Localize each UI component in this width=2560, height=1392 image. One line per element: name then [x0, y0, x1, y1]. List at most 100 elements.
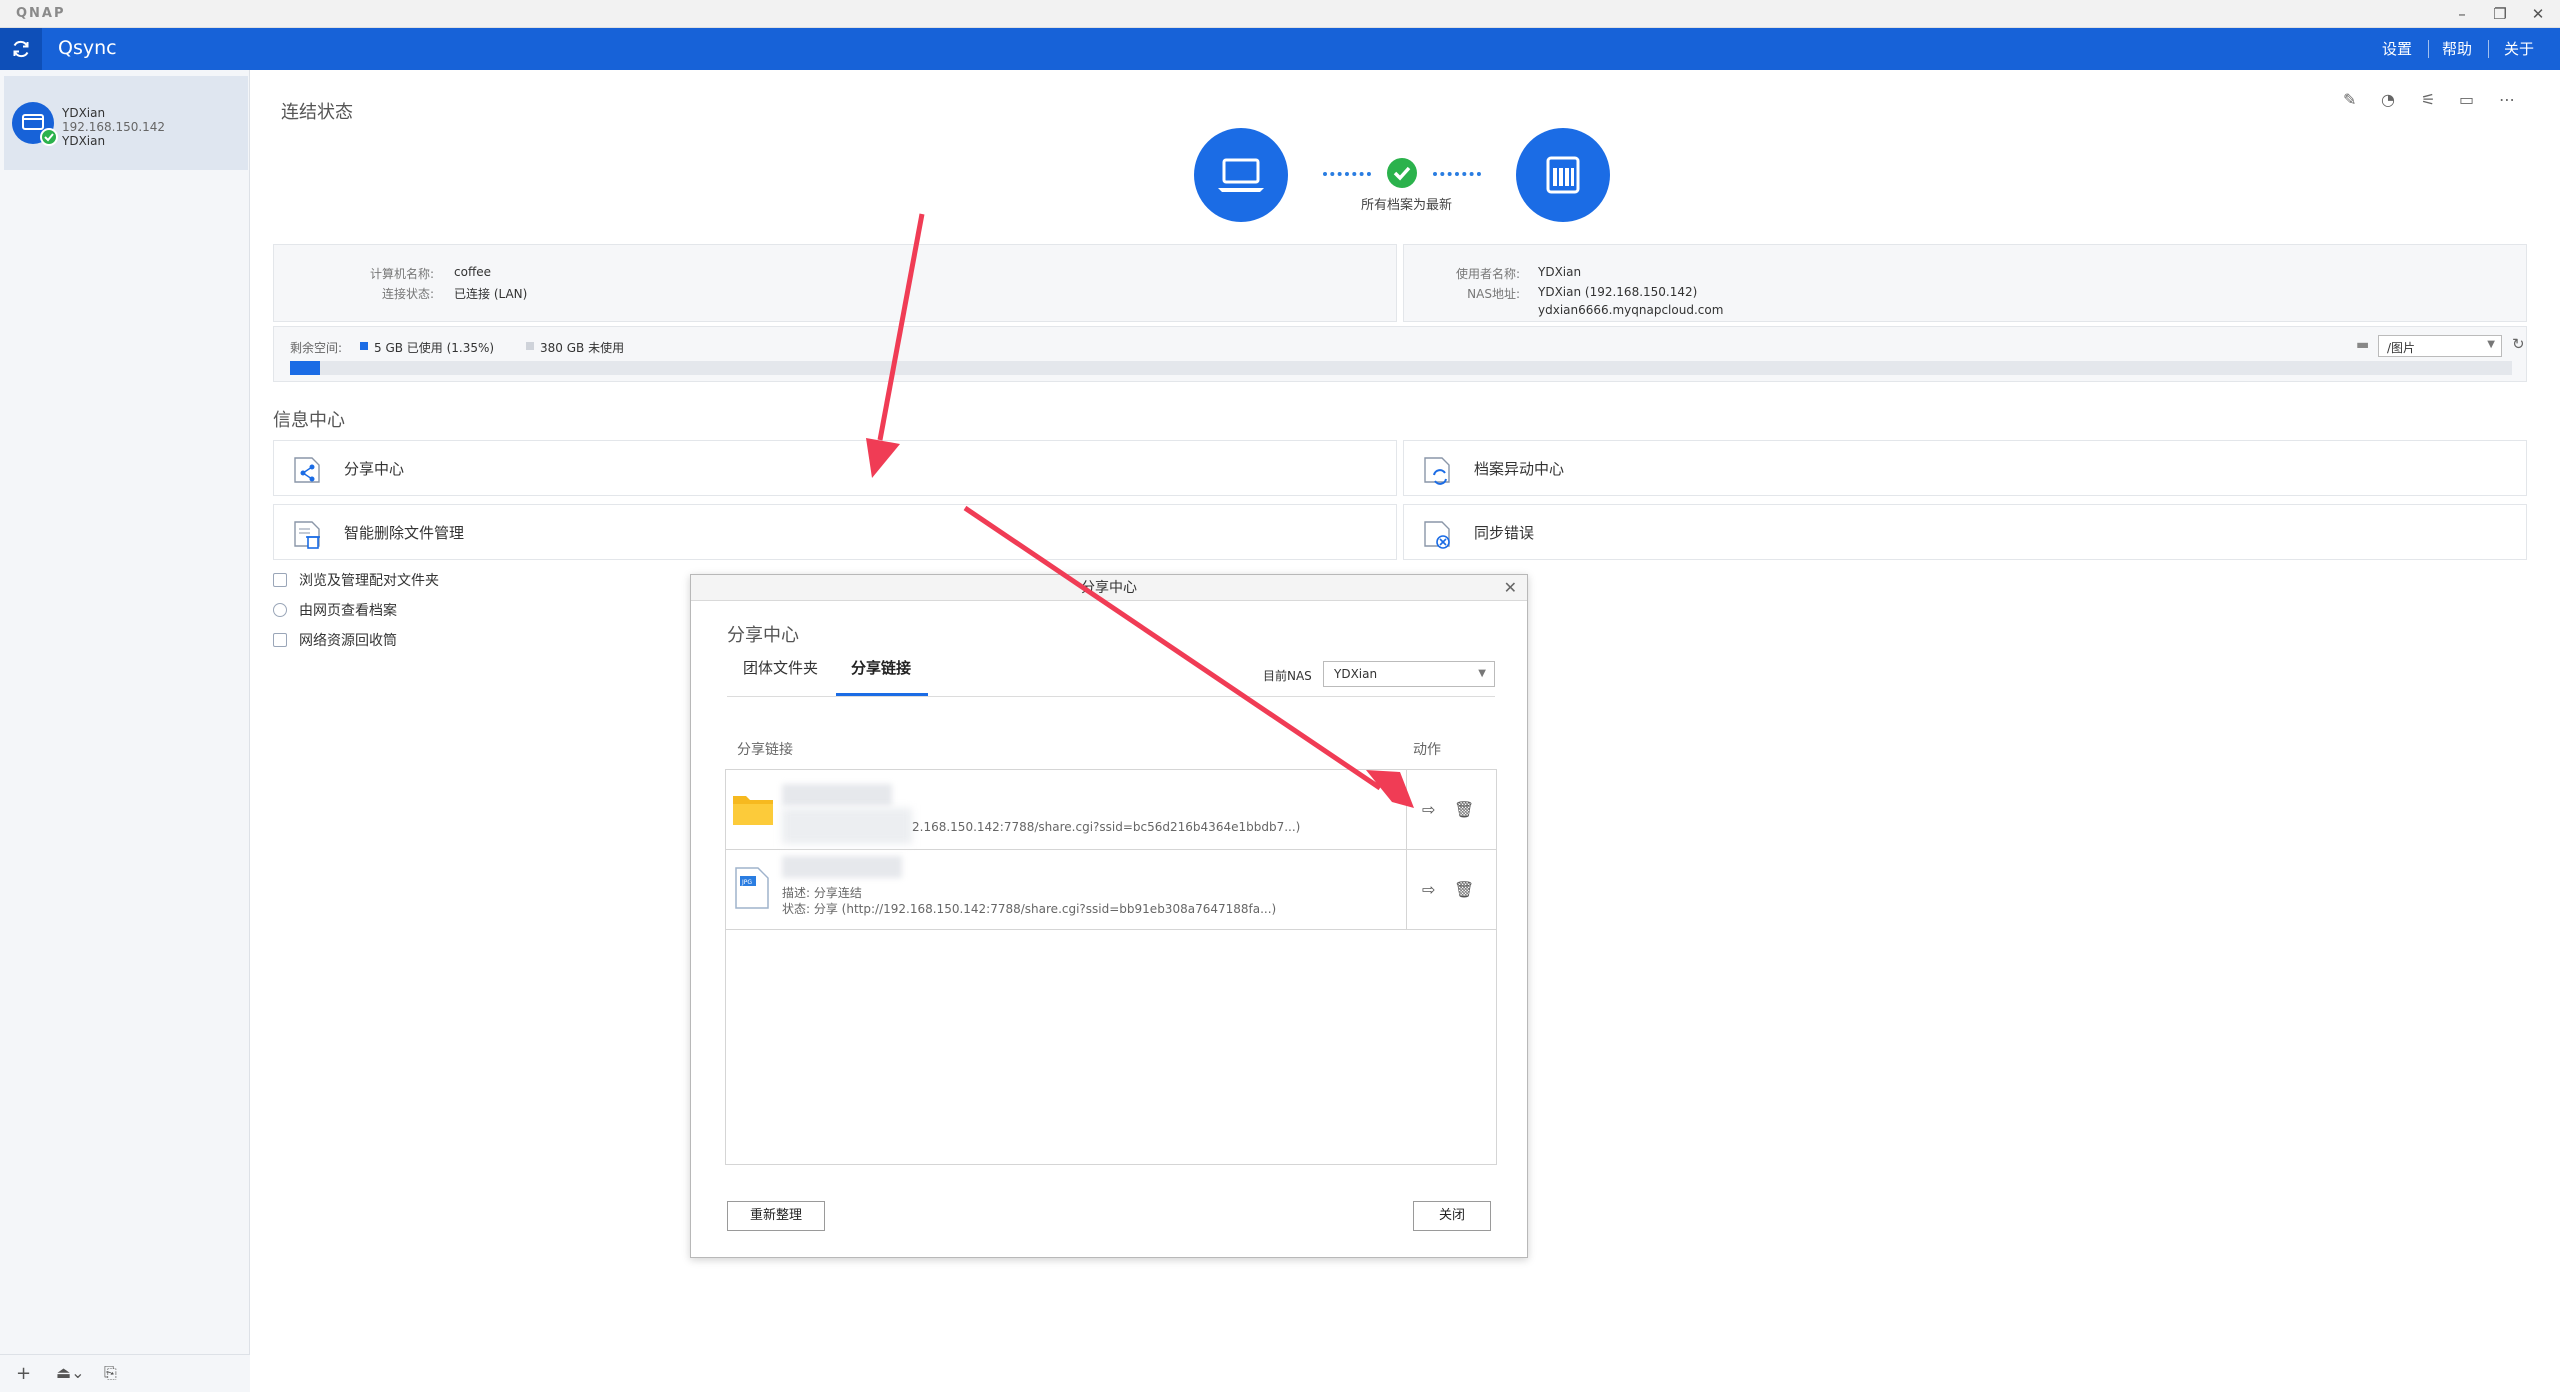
share-center-label: 分享中心 — [344, 460, 405, 478]
sync-ok-icon — [1387, 158, 1417, 188]
server-name: YDXian — [62, 106, 106, 120]
nas-info-box: 使用者名称: YDXian NAS地址: YDXian (192.168.150… — [1403, 244, 2527, 322]
about-link[interactable]: 关于 — [2504, 38, 2534, 59]
restore-button[interactable]: ❐ — [2482, 3, 2518, 25]
server-ip: 192.168.150.142 — [62, 120, 166, 134]
edit-icon[interactable]: ✎ — [2343, 90, 2356, 109]
network-recycle-bin-label: 网络资源回收筒 — [299, 633, 397, 649]
action-divider — [1406, 770, 1407, 850]
action-column-header: 动作 — [1413, 742, 1441, 758]
share-url-text: 2.168.150.142:7788/share.cgi?ssid=bc56d2… — [912, 820, 1301, 834]
manage-paired-folders-link[interactable]: 浏览及管理配对文件夹 — [273, 570, 439, 590]
tab-share-links[interactable]: 分享链接 — [851, 657, 911, 678]
app-title: Qsync — [58, 37, 117, 59]
nas-icon — [1516, 128, 1610, 222]
link-dots — [1433, 172, 1481, 176]
list-item[interactable]: 2.168.150.142:7788/share.cgi?ssid=bc56d2… — [726, 770, 1496, 850]
settings-link[interactable]: 设置 — [2382, 38, 2412, 59]
share-center-dialog: 分享中心 ✕ 分享中心 团体文件夹 分享链接 目前NAS YDXian ▼ 分享链… — [690, 574, 1528, 1258]
refresh-button[interactable]: 重新整理 — [727, 1201, 825, 1231]
server-user: YDXian — [62, 134, 106, 148]
trash-icon[interactable]: 🗑 — [1454, 880, 1474, 899]
connection-menu-icon[interactable]: ⏏⌄ — [56, 1363, 85, 1382]
file-update-center-label: 档案异动中心 — [1474, 460, 1565, 478]
free-legend-swatch — [526, 342, 534, 350]
sync-error-icon — [1424, 521, 1450, 549]
folder-icon — [733, 796, 773, 825]
header-divider — [2488, 40, 2489, 58]
computer-icon — [1194, 128, 1288, 222]
share-icon — [294, 457, 320, 483]
computer-info-box: 计算机名称: coffee 连接状态: 已连接 (LAN) — [273, 244, 1397, 322]
dialog-titlebar: 分享中心 — [691, 575, 1527, 601]
sync-error-tile[interactable]: 同步错误 — [1403, 504, 2527, 560]
tab-team-folder[interactable]: 团体文件夹 — [743, 657, 818, 678]
server-item[interactable]: YDXian 192.168.150.142 YDXian — [4, 76, 248, 170]
share-link-list: 2.168.150.142:7788/share.cgi?ssid=bc56d2… — [725, 769, 1497, 1165]
recycle-bin-icon — [273, 633, 287, 647]
folder-small-icon: ▬ — [2356, 337, 2370, 353]
current-nas-label: 目前NAS — [1263, 669, 1312, 683]
network-recycle-bin-link[interactable]: 网络资源回收筒 — [273, 630, 397, 650]
close-button[interactable]: 关闭 — [1413, 1201, 1491, 1231]
speed-icon[interactable]: ◔ — [2381, 90, 2395, 109]
tab-divider — [727, 696, 1495, 697]
chevron-down-icon: ▼ — [1478, 668, 1486, 679]
dialog-heading: 分享中心 — [727, 625, 799, 646]
connection-status-title: 连结状态 — [281, 102, 353, 123]
help-link[interactable]: 帮助 — [2442, 38, 2472, 59]
trash-icon[interactable]: 🗑 — [1454, 800, 1474, 819]
sync-error-label: 同步错误 — [1474, 524, 1535, 542]
used-legend-swatch — [360, 342, 368, 350]
disk-free-text: 380 GB 未使用 — [540, 341, 625, 355]
disk-usage-fill — [290, 361, 320, 375]
log-icon[interactable]: ⎘ — [104, 1363, 117, 1383]
server-avatar-icon — [12, 102, 58, 146]
dialog-title: 分享中心 — [1081, 580, 1137, 596]
share-edit-icon[interactable]: ⇨ — [1422, 800, 1435, 819]
username-label: 使用者名称: — [1455, 267, 1520, 281]
share-status: 状态: 分享 (http://192.168.150.142:7788/shar… — [782, 902, 1277, 916]
refresh-icon[interactable]: ↻ — [2512, 335, 2525, 353]
view-files-web-link[interactable]: 由网页查看档案 — [273, 600, 397, 620]
add-icon[interactable]: + — [16, 1363, 31, 1384]
computer-name-label: 计算机名称: — [369, 267, 434, 281]
share-edit-icon[interactable]: ⇨ — [1422, 880, 1435, 899]
info-center-title: 信息中心 — [273, 410, 345, 431]
sliders-icon[interactable]: ⚟ — [2421, 90, 2435, 109]
nas-address-label: NAS地址: — [1467, 287, 1520, 301]
disk-usage-bar — [290, 361, 2512, 375]
globe-icon — [273, 603, 287, 617]
server-sidebar: YDXian 192.168.150.142 YDXian + ⏏⌄ ⎘ — [0, 70, 250, 1392]
folder-icon[interactable]: ▭ — [2459, 90, 2474, 109]
sync-icon[interactable] — [0, 28, 42, 70]
blurred-details — [782, 808, 912, 844]
folder-link-icon — [273, 573, 287, 587]
list-item[interactable]: JPG 描述: 分享连结 状态: 分享 (http://192.168.150.… — [726, 850, 1496, 930]
connected-check-icon — [40, 128, 58, 146]
nas-domain-value: ydxian6666.myqnapcloud.com — [1538, 303, 1724, 317]
close-icon[interactable]: ✕ — [1504, 578, 1517, 597]
header-divider — [2428, 40, 2429, 58]
manage-paired-folders-label: 浏览及管理配对文件夹 — [299, 573, 439, 589]
blurred-name — [782, 856, 902, 878]
image-file-icon: JPG — [735, 867, 769, 909]
file-update-center-tile[interactable]: 档案异动中心 — [1403, 440, 2527, 496]
disk-space-label: 剩余空间: — [290, 341, 343, 355]
trash-file-icon — [294, 521, 320, 549]
nas-select[interactable]: YDXian ▼ — [1323, 661, 1495, 687]
smart-delete-label: 智能删除文件管理 — [344, 524, 465, 542]
close-window-button[interactable]: ✕ — [2520, 3, 2556, 25]
username-value: YDXian — [1538, 265, 1582, 279]
app-header: Qsync 设置 帮助 关于 — [0, 28, 2560, 70]
view-files-web-label: 由网页查看档案 — [299, 603, 397, 619]
disk-space-box: 剩余空间: 5 GB 已使用 (1.35%) 380 GB 未使用 ▬ /图片 ▼… — [273, 326, 2527, 382]
folder-select[interactable]: /图片 ▼ — [2378, 335, 2502, 357]
more-icon[interactable]: ⋯ — [2499, 90, 2515, 109]
share-center-tile[interactable]: 分享中心 — [273, 440, 1397, 496]
nas-select-value: YDXian — [1334, 667, 1378, 681]
minimize-button[interactable]: – — [2444, 3, 2480, 25]
chevron-down-icon: ▼ — [2487, 339, 2495, 350]
smart-delete-tile[interactable]: 智能删除文件管理 — [273, 504, 1397, 560]
brand-logo: QNAP — [16, 6, 66, 21]
